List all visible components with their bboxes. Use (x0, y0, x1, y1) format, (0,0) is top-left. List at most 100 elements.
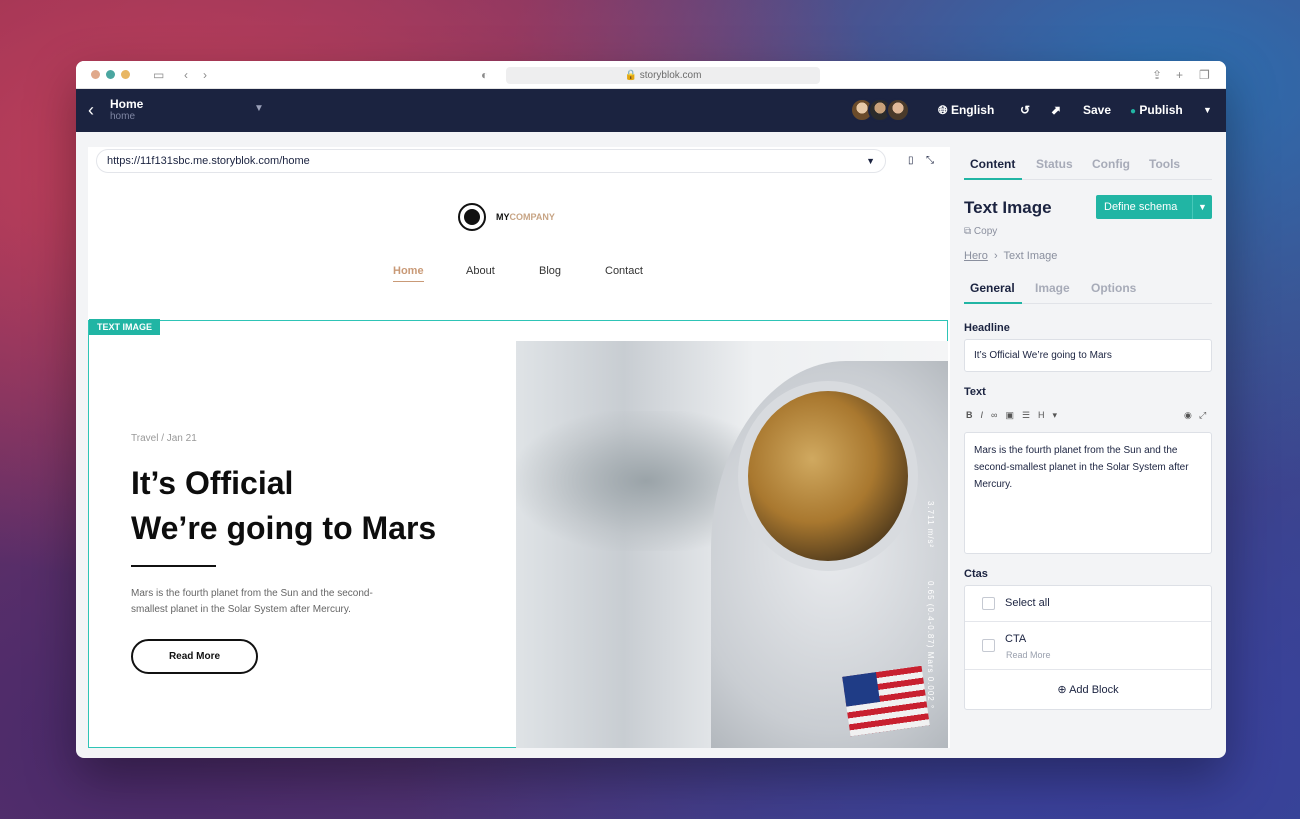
bold-icon[interactable]: B (966, 410, 973, 421)
tab-config[interactable]: Config (1092, 157, 1130, 171)
forward-nav-icon[interactable]: › (203, 68, 207, 82)
breadcrumb-current: Text Image (1003, 250, 1058, 262)
copy-icon: ⧉ (964, 226, 972, 237)
collaborators (850, 98, 910, 122)
company-logo[interactable]: MYCOMPANY (458, 203, 555, 231)
save-button[interactable]: Save (1083, 103, 1111, 117)
ctas-list: Select all CTA Read More ⊕ Add Block (964, 585, 1212, 710)
text-image-block[interactable]: TEXT IMAGE Travel / Jan 21 It’s Official… (88, 319, 948, 748)
editor-header: ‹ Home home ▼ 🌐︎ English ↺ ⬈ Save ● Publ… (76, 89, 1226, 132)
copy-label: Copy (973, 226, 998, 237)
subtab-options[interactable]: Options (1091, 281, 1136, 295)
new-tab-icon[interactable]: + (1176, 68, 1183, 82)
post-body: Mars is the fourth planet from the Sun a… (131, 588, 373, 615)
chevron-down-icon[interactable]: ▼ (254, 103, 264, 114)
link-icon[interactable]: ∞ (991, 410, 997, 421)
browser-window: ▭ ‹ › ◐ 🔒 storyblok.com ⇪ + ❐ ‹ Home hom… (76, 61, 1226, 758)
nav-link-about[interactable]: About (466, 265, 495, 277)
plus-circle-icon: ⊕ (1057, 684, 1067, 696)
logo-mark-icon (458, 203, 486, 231)
photo-overlay-text-1: 3.711 m/s² (926, 501, 935, 549)
tabs-overview-icon[interactable]: ❐ (1199, 68, 1210, 82)
logo-text-company: COMPANY (509, 212, 555, 222)
close-window-button[interactable] (91, 70, 100, 79)
copy-button[interactable]: ⧉ Copy (964, 226, 997, 237)
preview-url-bar[interactable]: https://11f131sbc.me.storyblok.com/home … (96, 149, 886, 173)
headline-line-2: We’re going to Mars (131, 510, 437, 546)
component-title: Text Image (964, 198, 1052, 217)
read-more-button[interactable]: Read More (131, 639, 258, 674)
publish-button[interactable]: ● Publish (1130, 103, 1183, 117)
heading-icon[interactable]: H (1038, 410, 1045, 421)
nav-link-blog[interactable]: Blog (539, 265, 561, 277)
breadcrumb-hero[interactable]: Hero (964, 250, 988, 262)
heading-chevron-down-icon[interactable]: ▾ (1053, 410, 1058, 421)
editor-main: https://11f131sbc.me.storyblok.com/home … (76, 132, 1226, 758)
share-icon[interactable]: ⇪ (1152, 68, 1162, 82)
block-type-tag: TEXT IMAGE (89, 319, 161, 335)
ctas-label: Ctas (964, 568, 988, 580)
define-schema-button[interactable]: Define schema ▼ (1096, 195, 1212, 219)
publish-label: Publish (1139, 103, 1183, 117)
mobile-device-icon[interactable]: ▯ (908, 155, 914, 166)
visual-preview: https://11f131sbc.me.storyblok.com/home … (88, 147, 950, 748)
back-nav-icon[interactable]: ‹ (184, 68, 188, 82)
subtab-general[interactable]: General (970, 281, 1015, 295)
post-meta: Travel / Jan 21 (131, 433, 197, 444)
collapse-icon[interactable]: ⤡ (926, 155, 934, 166)
minimize-window-button[interactable] (106, 70, 115, 79)
history-icon[interactable]: ↺ (1020, 103, 1030, 117)
logo-text-my: MY (496, 212, 510, 222)
chevron-right-icon: › (990, 250, 1001, 262)
cta-item-title: CTA (1005, 633, 1027, 645)
cta-checkbox[interactable] (982, 639, 995, 652)
privacy-shield-icon[interactable]: ◐ (481, 68, 488, 82)
expand-icon[interactable]: ⤢ (1199, 410, 1206, 421)
select-all-row[interactable]: Select all (965, 586, 1211, 622)
browser-toolbar: ▭ ‹ › ◐ 🔒 storyblok.com ⇪ + ❐ (76, 61, 1226, 89)
open-external-icon[interactable]: ⬈ (1051, 103, 1061, 117)
sidebar-toggle-icon[interactable]: ▭ (153, 68, 164, 82)
tab-content[interactable]: Content (970, 157, 1015, 171)
richtext-toolbar: B I ∞ ▣ ☰ H ▾ (966, 410, 1057, 421)
list-icon[interactable]: ☰ (1022, 410, 1030, 421)
logo-text: MYCOMPANY (496, 212, 555, 222)
page-slug: home (110, 111, 136, 122)
avatar[interactable] (886, 98, 910, 122)
image-icon[interactable]: ▣ (1005, 410, 1014, 421)
browser-address-bar[interactable]: 🔒 storyblok.com (506, 67, 820, 84)
nav-link-home[interactable]: Home (393, 265, 424, 282)
window-controls (91, 70, 130, 79)
nav-link-contact[interactable]: Contact (605, 265, 643, 277)
us-flag-patch-icon (842, 665, 930, 737)
text-input[interactable]: Mars is the fourth planet from the Sun a… (964, 432, 1212, 554)
select-all-checkbox[interactable] (982, 597, 995, 610)
language-selector[interactable]: 🌐︎ English (938, 103, 994, 118)
url-dropdown-icon[interactable]: ▼ (866, 150, 875, 172)
preview-url: https://11f131sbc.me.storyblok.com/home (107, 155, 310, 167)
tab-tools[interactable]: Tools (1149, 157, 1180, 171)
cta-item-subtitle: Read More (1006, 650, 1051, 660)
tab-status[interactable]: Status (1036, 157, 1073, 171)
schema-chevron-down-icon[interactable]: ▼ (1192, 195, 1212, 219)
post-headline: It’s Official We’re going to Mars (131, 461, 501, 551)
list-item[interactable]: CTA Read More (965, 622, 1211, 670)
maximize-window-button[interactable] (121, 70, 130, 79)
subtab-image[interactable]: Image (1035, 281, 1070, 295)
add-block-label: Add Block (1069, 684, 1119, 696)
astronaut-image: 3.711 m/s² 0.65 (0.4-0.87) Mars 0.002 ° (516, 341, 948, 748)
breadcrumb: Hero › Text Image (964, 250, 1057, 262)
language-label: English (950, 103, 995, 117)
preview-eye-icon[interactable]: ◉ (1184, 410, 1192, 421)
active-subtab-indicator (964, 302, 1022, 304)
headline-input[interactable]: It’s Official We’re going to Mars (964, 339, 1212, 372)
publish-chevron-down-icon[interactable]: ▼ (1203, 105, 1212, 115)
add-block-button[interactable]: ⊕ Add Block (965, 670, 1211, 710)
photo-overlay-text-2: 0.65 (0.4-0.87) Mars 0.002 ° (926, 581, 935, 710)
publish-status-dot-icon: ● (1130, 106, 1137, 117)
back-arrow-icon[interactable]: ‹ (88, 100, 94, 121)
site-preview: MYCOMPANY Home About Blog Contact TEXT I… (88, 175, 950, 748)
browser-address-text: storyblok.com (639, 70, 702, 81)
astronaut-helmet (738, 381, 918, 571)
italic-icon[interactable]: I (981, 410, 984, 421)
